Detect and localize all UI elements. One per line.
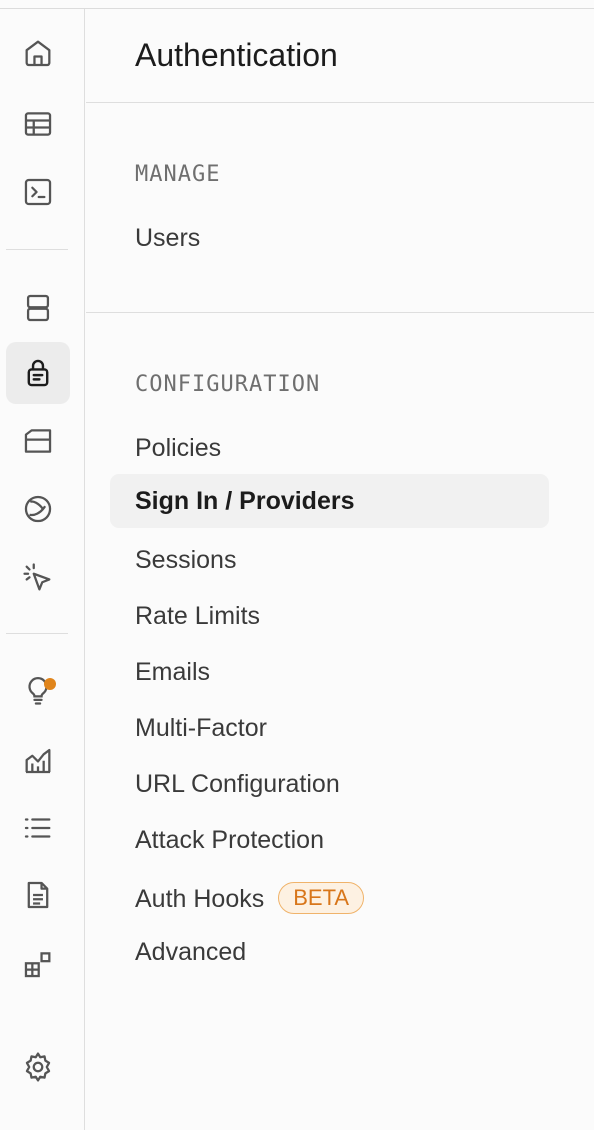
folder-icon bbox=[24, 429, 52, 453]
divider bbox=[86, 312, 594, 313]
menu-item-rate-limits[interactable]: Rate Limits bbox=[135, 602, 260, 631]
settings-gear-icon bbox=[25, 1052, 51, 1082]
rail-home[interactable] bbox=[6, 22, 70, 84]
logs-list-icon bbox=[24, 818, 51, 838]
menu-item-label: Auth Hooks bbox=[135, 885, 265, 913]
rail-integrations[interactable] bbox=[6, 933, 70, 995]
menu-item-url-configuration[interactable]: URL Configuration bbox=[135, 770, 340, 799]
divider bbox=[86, 102, 594, 103]
rail-sql-editor[interactable] bbox=[6, 161, 70, 223]
rail-api-docs[interactable] bbox=[6, 864, 70, 926]
home-icon bbox=[25, 40, 51, 67]
terminal-icon bbox=[24, 178, 52, 206]
menu-item-advanced[interactable]: Advanced bbox=[135, 938, 246, 967]
database-icon bbox=[26, 294, 50, 322]
lock-icon bbox=[27, 359, 49, 387]
section-heading-configuration: CONFIGURATION bbox=[135, 372, 321, 397]
table-icon bbox=[24, 112, 52, 136]
realtime-icon bbox=[24, 495, 52, 523]
reports-icon bbox=[25, 748, 51, 774]
menu-item-label: Sign In / Providers bbox=[135, 487, 355, 515]
window-top-border bbox=[0, 0, 594, 9]
rail-divider bbox=[6, 249, 68, 250]
rail-project-settings[interactable] bbox=[6, 1036, 70, 1098]
rail-realtime[interactable] bbox=[6, 478, 70, 540]
beta-badge: BETA bbox=[278, 882, 365, 914]
rail-reports[interactable] bbox=[6, 729, 70, 791]
rail-advisors[interactable] bbox=[6, 659, 70, 721]
rail-edge-functions[interactable] bbox=[6, 547, 70, 609]
auth-menu-panel: Authentication MANAGE Users CONFIGURATIO… bbox=[86, 9, 594, 1130]
menu-item-sessions[interactable]: Sessions bbox=[135, 546, 236, 575]
panel-title: Authentication bbox=[135, 37, 338, 73]
menu-item-multi-factor[interactable]: Multi-Factor bbox=[135, 714, 267, 743]
document-icon bbox=[27, 881, 49, 909]
rail-authentication[interactable] bbox=[6, 342, 70, 404]
section-heading-manage: MANAGE bbox=[135, 162, 221, 187]
menu-item-users[interactable]: Users bbox=[135, 224, 200, 253]
integrations-icon bbox=[24, 952, 51, 978]
menu-item-sign-in-providers[interactable]: Sign In / Providers bbox=[110, 474, 549, 528]
rail-table-editor[interactable] bbox=[6, 93, 70, 155]
rail-storage[interactable] bbox=[6, 410, 70, 472]
rail-logs[interactable] bbox=[6, 797, 70, 859]
menu-item-emails[interactable]: Emails bbox=[135, 658, 210, 687]
rail-database[interactable] bbox=[6, 277, 70, 339]
menu-item-policies[interactable]: Policies bbox=[135, 434, 221, 463]
rail-divider bbox=[6, 633, 68, 634]
menu-item-auth-hooks[interactable]: Auth Hooks BETA bbox=[135, 882, 365, 914]
notification-dot bbox=[44, 678, 56, 690]
cursor-click-icon bbox=[23, 563, 51, 591]
menu-item-attack-protection[interactable]: Attack Protection bbox=[135, 826, 324, 855]
icon-rail bbox=[0, 9, 85, 1130]
